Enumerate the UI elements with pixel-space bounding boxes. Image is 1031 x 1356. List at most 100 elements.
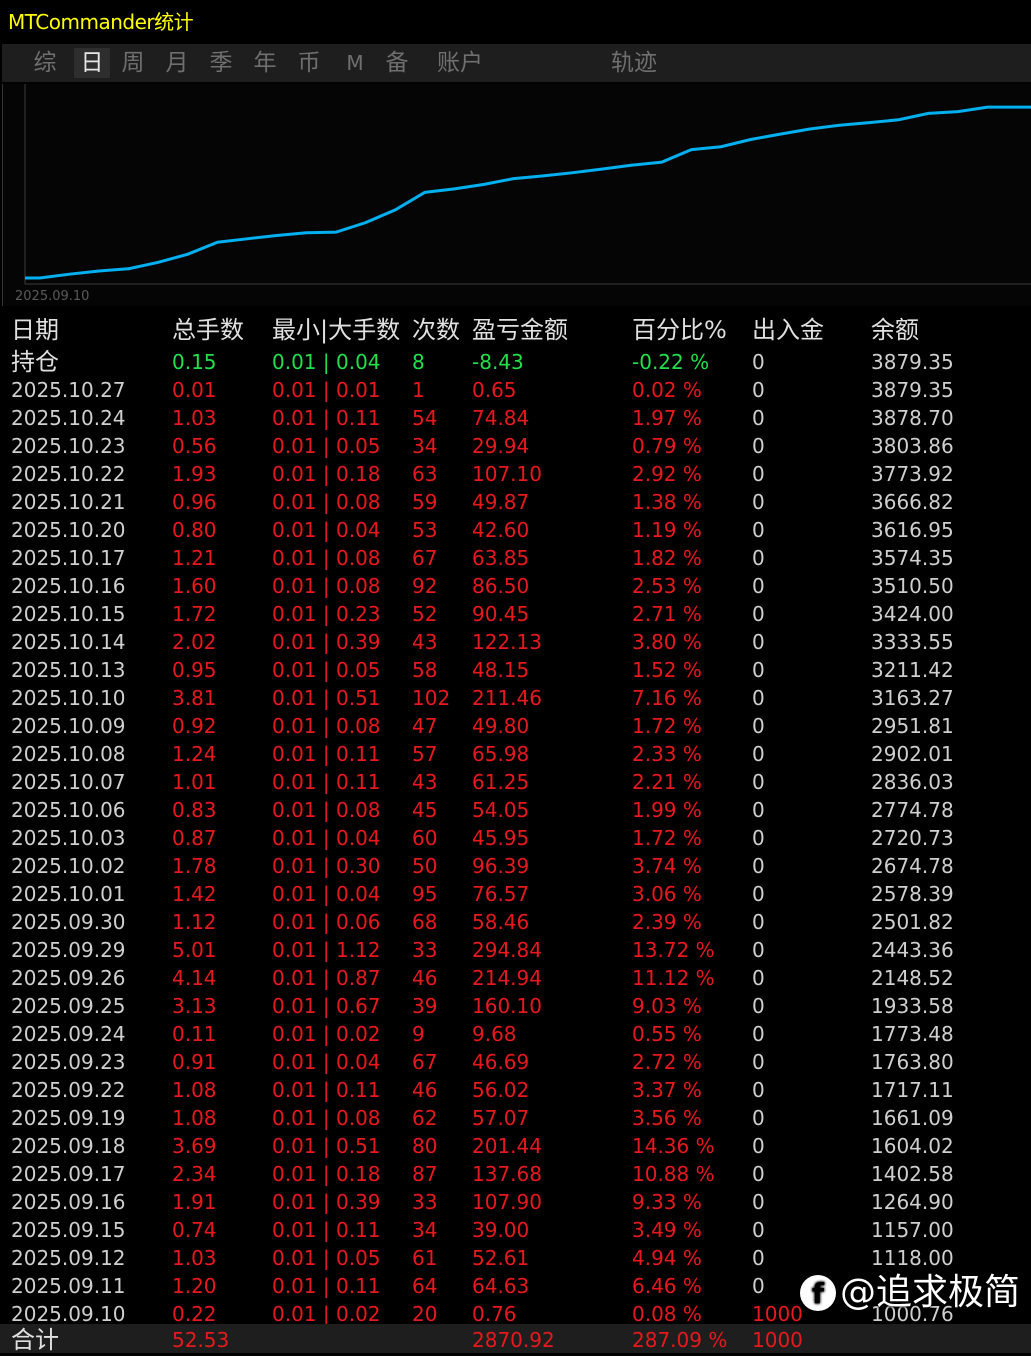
holding-row[interactable]: 持仓 0.15 0.01 | 0.04 8 -8.43 -0.22 % 0 38… [0,348,1031,376]
row-min-max: 0.01 | 0.51 [272,686,381,710]
row-min-max: 0.01 | 0.39 [272,1190,381,1214]
table-header: 日期 总手数 最小|大手数 次数 盈亏金额 百分比% 出入金 余额 [0,312,1031,348]
tab-account[interactable]: 账户 [432,48,488,78]
row-flow: 0 [752,938,765,962]
row-date: 2025.10.13 [11,658,126,682]
tab-yearly[interactable]: 年 [250,48,280,78]
table-row[interactable]: 2025.10.02 1.78 0.01 | 0.30 50 96.39 3.74 % 0 2… [0,852,1031,880]
row-count: 50 [412,854,438,878]
table-row[interactable]: 2025.10.14 2.02 0.01 | 0.39 43 122.13 3.80 % 0… [0,628,1031,656]
holding-min-max: 0.01 | 0.04 [272,350,381,374]
daily-rows: 2025.10.27 0.01 0.01 | 0.01 1 0.65 0.02 % 0 387… [0,376,1031,1328]
total-lots: 52.53 [172,1328,230,1352]
row-flow: 0 [752,1218,765,1242]
equity-point [690,149,692,151]
row-date: 2025.09.18 [11,1134,126,1158]
row-lots: 1.08 [172,1078,217,1102]
row-percent: 7.16 % [632,686,702,710]
table-row[interactable]: 2025.10.16 1.60 0.01 | 0.08 92 86.50 2.53 % 0 3… [0,572,1031,600]
table-row[interactable]: 2025.09.26 4.14 0.01 | 0.87 46 214.94 11.12 %… [0,964,1031,992]
tab-magic[interactable]: M [340,48,370,78]
header-total-lots[interactable]: 总手数 [172,312,244,348]
table-row[interactable]: 2025.10.09 0.92 0.01 | 0.08 47 49.80 1.72 % 0 2… [0,712,1031,740]
equity-point [424,191,426,193]
header-profit-loss[interactable]: 盈亏金额 [472,312,568,348]
table-row[interactable]: 2025.09.19 1.08 0.01 | 0.08 62 57.07 3.56 % 0 1… [0,1104,1031,1132]
row-pnl: 107.10 [472,462,542,486]
row-count: 102 [412,686,451,710]
equity-point [305,232,307,234]
row-date: 2025.10.07 [11,770,126,794]
row-balance: 1157.00 [871,1218,954,1242]
table-row[interactable]: 2025.10.15 1.72 0.01 | 0.23 52 90.45 2.71 % 0 3… [0,600,1031,628]
row-date: 2025.09.17 [11,1162,126,1186]
table-row[interactable]: 2025.10.03 0.87 0.01 | 0.04 60 45.95 1.72 % 0 2… [0,824,1031,852]
row-flow: 0 [752,434,765,458]
equity-point [98,270,100,272]
table-row[interactable]: 2025.10.21 0.96 0.01 | 0.08 59 49.87 1.38 % 0 3… [0,488,1031,516]
table-row[interactable]: 2025.10.20 0.80 0.01 | 0.04 53 42.60 1.19 % 0 3… [0,516,1031,544]
table-row[interactable]: 2025.09.15 0.74 0.01 | 0.11 34 39.00 3.49 % 0 1… [0,1216,1031,1244]
row-balance: 2443.36 [871,938,954,962]
tab-overview[interactable]: 综 [30,48,60,78]
row-balance: 1604.02 [871,1134,954,1158]
tab-trajectory[interactable]: 轨迹 [606,48,662,78]
tab-notes[interactable]: 备 [382,48,412,78]
row-balance: 3163.27 [871,686,954,710]
row-percent: 3.49 % [632,1218,702,1242]
tab-quarterly[interactable]: 季 [206,48,236,78]
header-trade-count[interactable]: 次数 [412,312,460,348]
table-row[interactable]: 2025.09.12 1.03 0.01 | 0.05 61 52.61 4.94 % 0 1… [0,1244,1031,1272]
row-count: 63 [412,462,438,486]
table-row[interactable]: 2025.10.13 0.95 0.01 | 0.05 58 48.15 1.52 % 0 3… [0,656,1031,684]
table-row[interactable]: 2025.10.08 1.24 0.01 | 0.11 57 65.98 2.33 % 0 2… [0,740,1031,768]
header-min-max-lots[interactable]: 最小|大手数 [272,312,400,348]
row-min-max: 0.01 | 0.08 [272,714,381,738]
table-row[interactable]: 2025.09.30 1.12 0.01 | 0.06 68 58.46 2.39 % 0 2… [0,908,1031,936]
row-count: 67 [412,1050,438,1074]
table-row[interactable]: 2025.09.25 3.13 0.01 | 0.67 39 160.10 9.03 % 0… [0,992,1031,1020]
table-row[interactable]: 2025.10.17 1.21 0.01 | 0.08 67 63.85 1.82 % 0 3… [0,544,1031,572]
tab-monthly[interactable]: 月 [162,48,192,78]
row-lots: 0.11 [172,1022,217,1046]
row-balance: 1773.48 [871,1022,954,1046]
table-row[interactable]: 2025.10.06 0.83 0.01 | 0.08 45 54.05 1.99 % 0 2… [0,796,1031,824]
table-row[interactable]: 2025.09.29 5.01 0.01 | 1.12 33 294.84 13.72 %… [0,936,1031,964]
table-row[interactable]: 2025.09.23 0.91 0.01 | 0.04 67 46.69 2.72 % 0 1… [0,1048,1031,1076]
row-count: 45 [412,798,438,822]
row-min-max: 0.01 | 0.11 [272,770,381,794]
row-pnl: 0.65 [472,378,517,402]
row-pnl: 86.50 [472,574,530,598]
table-row[interactable]: 2025.09.16 1.91 0.01 | 0.39 33 107.90 9.33 % 0… [0,1188,1031,1216]
tab-symbol[interactable]: 币 [294,48,324,78]
row-min-max: 0.01 | 0.04 [272,518,381,542]
row-min-max: 0.01 | 1.12 [272,938,381,962]
header-deposit-withdrawal[interactable]: 出入金 [752,312,824,348]
table-row[interactable]: 2025.09.17 2.34 0.01 | 0.18 87 137.68 10.88 %… [0,1160,1031,1188]
header-date[interactable]: 日期 [11,312,59,348]
header-balance[interactable]: 余额 [871,312,919,348]
table-row[interactable]: 2025.10.07 1.01 0.01 | 0.11 43 61.25 2.21 % 0 2… [0,768,1031,796]
table-row[interactable]: 2025.10.01 1.42 0.01 | 0.04 95 76.57 3.06 % 0 2… [0,880,1031,908]
row-percent: 0.79 % [632,434,702,458]
tab-daily[interactable]: 日 [74,48,110,78]
header-percent[interactable]: 百分比% [632,312,727,348]
table-row[interactable]: 2025.10.23 0.56 0.01 | 0.05 34 29.94 0.79 % 0 3… [0,432,1031,460]
table-row[interactable]: 2025.10.27 0.01 0.01 | 0.01 1 0.65 0.02 % 0 387… [0,376,1031,404]
row-balance: 1717.11 [871,1078,954,1102]
table-row[interactable]: 2025.10.22 1.93 0.01 | 0.18 63 107.10 2.92 % 0… [0,460,1031,488]
table-row[interactable]: 2025.10.10 3.81 0.01 | 0.51 102 211.46 7.16 %… [0,684,1031,712]
table-row[interactable]: 2025.09.22 1.08 0.01 | 0.11 46 56.02 3.37 % 0 1… [0,1076,1031,1104]
tab-weekly[interactable]: 周 [118,48,148,78]
row-flow: 0 [752,1246,765,1270]
row-date: 2025.09.22 [11,1078,126,1102]
table-row[interactable]: 2025.10.24 1.03 0.01 | 0.11 54 74.84 1.97 % 0 3… [0,404,1031,432]
equity-point [394,209,396,211]
row-balance: 2578.39 [871,882,954,906]
row-count: 62 [412,1106,438,1130]
row-balance: 2501.82 [871,910,954,934]
row-flow: 0 [752,882,765,906]
row-pnl: 137.68 [472,1162,542,1186]
table-row[interactable]: 2025.09.24 0.11 0.01 | 0.02 9 9.68 0.55 % 0 177… [0,1020,1031,1048]
table-row[interactable]: 2025.09.18 3.69 0.01 | 0.51 80 201.44 14.36 %… [0,1132,1031,1160]
